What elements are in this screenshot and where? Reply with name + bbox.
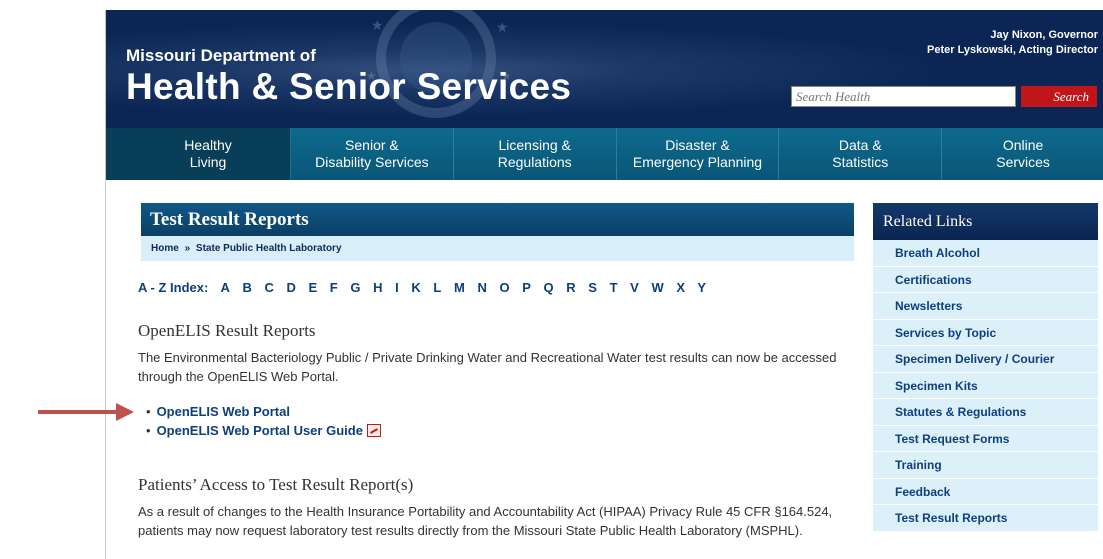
nav-label: Data & — [838, 137, 882, 153]
svg-text:★: ★ — [371, 17, 384, 33]
search-button[interactable]: Search — [1021, 86, 1097, 107]
related-links-panel: Related Links Breath Alcohol Certificati… — [873, 203, 1098, 532]
nav-label: Services — [996, 154, 1050, 170]
az-letter[interactable]: S — [588, 280, 597, 295]
section-heading-patients: Patients’ Access to Test Result Report(s… — [138, 475, 414, 494]
nav-healthy-living[interactable]: Healthy Living — [106, 128, 291, 180]
openelis-guide-link[interactable]: OpenELIS Web Portal User Guide — [157, 423, 363, 438]
nav-label: Senior & — [345, 137, 399, 153]
breadcrumb-separator: » — [184, 243, 191, 254]
openelis-links: • OpenELIS Web Portal • OpenELIS Web Porta… — [146, 404, 381, 442]
main-nav: Healthy Living Senior & Disability Servi… — [106, 128, 1103, 180]
az-letter[interactable]: Y — [697, 280, 706, 295]
search-input[interactable] — [791, 86, 1016, 107]
nav-label: Regulations — [497, 154, 572, 170]
breadcrumb-home[interactable]: Home — [151, 243, 179, 254]
openelis-description: The Environmental Bacteriology Public / … — [138, 350, 837, 384]
az-letter[interactable]: A — [220, 280, 229, 295]
az-letter[interactable]: G — [350, 280, 360, 295]
az-letter[interactable]: C — [264, 280, 273, 295]
agency-name[interactable]: Health & Senior Services — [126, 66, 571, 108]
related-link-statutes[interactable]: Statutes & Regulations — [873, 399, 1098, 426]
related-link-newsletters[interactable]: Newsletters — [873, 293, 1098, 320]
patients-description: As a result of changes to the Health Ins… — [138, 504, 833, 538]
az-letter[interactable]: T — [610, 280, 618, 295]
page-title: Test Result Reports — [150, 209, 309, 230]
nav-label: Online — [1002, 137, 1044, 153]
az-letter[interactable]: K — [411, 280, 420, 295]
related-link-test-result-reports[interactable]: Test Result Reports — [873, 505, 1098, 532]
related-link-specimen-kits[interactable]: Specimen Kits — [873, 372, 1098, 399]
nav-label: Disability Services — [315, 154, 429, 170]
bullet: • — [146, 423, 151, 438]
az-letter[interactable]: P — [522, 280, 531, 295]
list-item: • OpenELIS Web Portal — [146, 404, 381, 423]
bullet: • — [146, 404, 151, 419]
az-letter[interactable]: V — [630, 280, 639, 295]
az-letter[interactable]: M — [454, 280, 465, 295]
az-letter[interactable]: R — [566, 280, 575, 295]
az-index: A - Z Index: A B C D E F G H I K L M N O… — [138, 280, 715, 295]
related-link-specimen-delivery[interactable]: Specimen Delivery / Courier — [873, 346, 1098, 373]
az-letter[interactable]: B — [242, 280, 251, 295]
az-letter[interactable]: L — [433, 280, 441, 295]
related-link-services-by-topic[interactable]: Services by Topic — [873, 319, 1098, 346]
related-link-training[interactable]: Training — [873, 452, 1098, 479]
related-link-feedback[interactable]: Feedback — [873, 478, 1098, 505]
nav-label: Emergency Planning — [632, 154, 763, 170]
az-letter[interactable]: W — [651, 280, 663, 295]
related-link-test-request-forms[interactable]: Test Request Forms — [873, 425, 1098, 452]
nav-label: Statistics — [832, 154, 889, 170]
az-letter[interactable]: E — [309, 280, 318, 295]
section-heading-openelis: OpenELIS Result Reports — [138, 321, 316, 340]
nav-online-services[interactable]: Online Services — [942, 128, 1103, 180]
site-header: ★ ★ ★ ★ Missouri Department of Health & … — [106, 10, 1103, 128]
related-link-certifications[interactable]: Certifications — [873, 266, 1098, 293]
list-item: • OpenELIS Web Portal User Guide — [146, 423, 381, 442]
az-letter[interactable]: Q — [544, 280, 554, 295]
pdf-icon[interactable] — [366, 424, 381, 437]
nav-label: Healthy — [184, 137, 232, 153]
nav-data-statistics[interactable]: Data & Statistics — [779, 128, 943, 180]
nav-disaster[interactable]: Disaster & Emergency Planning — [617, 128, 780, 180]
breadcrumb: Home » State Public Health Laboratory — [141, 236, 854, 261]
governor-name: Jay Nixon, Governor — [990, 29, 1098, 41]
page-title-bar: Test Result Reports — [141, 203, 854, 236]
az-letter[interactable]: D — [286, 280, 295, 295]
az-letter[interactable]: I — [395, 280, 399, 295]
svg-text:★: ★ — [496, 19, 509, 35]
az-index-label: A - Z Index: — [138, 280, 209, 295]
openelis-portal-link[interactable]: OpenELIS Web Portal — [157, 404, 290, 419]
officials: Jay Nixon, Governor Peter Lyskowski, Act… — [927, 28, 1098, 58]
nav-label: Licensing & — [498, 137, 571, 153]
department-name: Missouri Department of — [126, 46, 316, 65]
page: ★ ★ ★ ★ Missouri Department of Health & … — [105, 10, 1103, 559]
az-letter[interactable]: X — [676, 280, 685, 295]
az-letter[interactable]: O — [499, 280, 509, 295]
related-link-breath-alcohol[interactable]: Breath Alcohol — [873, 240, 1098, 267]
annotation-arrow-icon — [38, 403, 134, 421]
az-letter[interactable]: N — [477, 280, 486, 295]
nav-label: Disaster & — [665, 137, 730, 153]
breadcrumb-current[interactable]: State Public Health Laboratory — [196, 243, 342, 254]
az-letter[interactable]: H — [373, 280, 382, 295]
related-links-title: Related Links — [873, 203, 1098, 240]
nav-senior-disability[interactable]: Senior & Disability Services — [291, 128, 454, 180]
nav-licensing[interactable]: Licensing & Regulations — [454, 128, 617, 180]
director-name: Peter Lyskowski, Acting Director — [927, 44, 1098, 56]
az-letter[interactable]: F — [330, 280, 338, 295]
nav-label: Living — [189, 154, 227, 170]
